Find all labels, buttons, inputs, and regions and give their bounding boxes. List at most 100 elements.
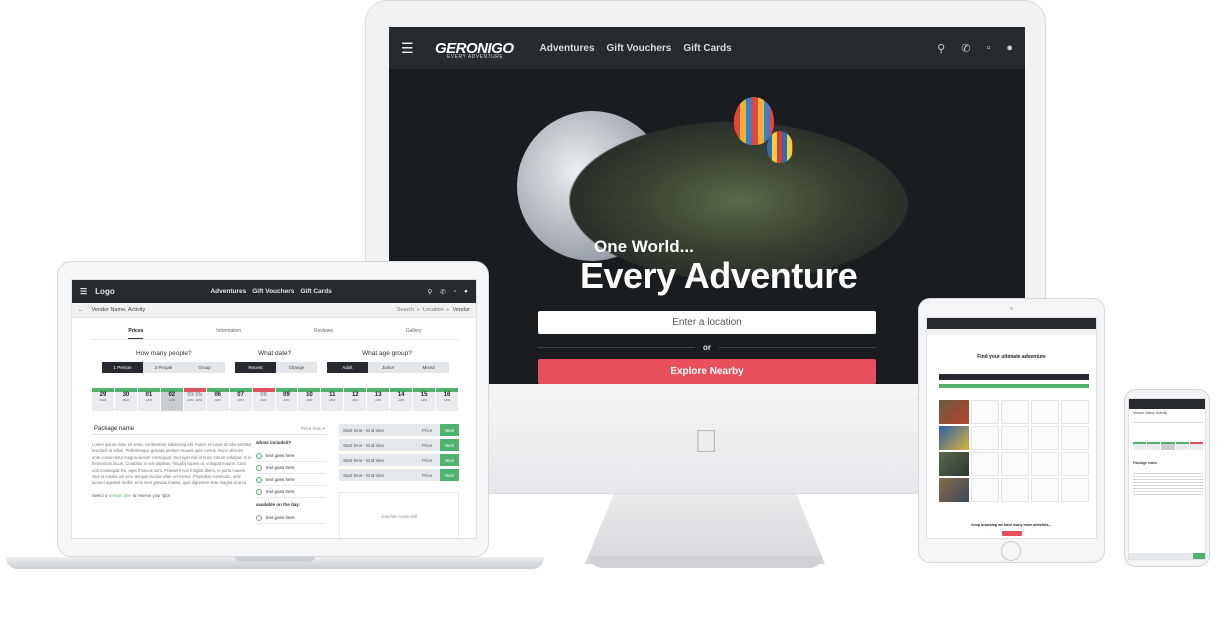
activity-card[interactable] — [1001, 452, 1029, 476]
breadcrumb-search[interactable]: Search — [397, 307, 414, 313]
date-cell[interactable]: 09 APR — [275, 388, 298, 411]
nav-link-gift-cards[interactable]: Gift Cards — [683, 43, 731, 54]
activity-card[interactable] — [1061, 478, 1089, 502]
date-cell[interactable]: 29 MAR — [92, 388, 114, 411]
date-cell[interactable] — [1175, 442, 1189, 450]
voucher-cross-sell[interactable]: voucher cross sell — [339, 492, 459, 538]
date-cell[interactable]: 11 APR — [321, 388, 344, 411]
location-input[interactable]: Enter a location — [538, 311, 876, 334]
option-1-person[interactable]: 1 Person — [102, 362, 143, 373]
package-dropdown[interactable]: Package name Price from ▾ — [92, 424, 327, 435]
date-cell[interactable]: 16 APR — [436, 388, 458, 411]
date-cell[interactable] — [1133, 442, 1147, 450]
search-icon[interactable]: ⚲ — [937, 42, 945, 55]
tablet-progress-bar — [939, 384, 1089, 388]
account-icon[interactable]: ● — [1006, 42, 1013, 55]
activity-card[interactable] — [1031, 452, 1059, 476]
date-cell[interactable]: 06 APR — [206, 388, 229, 411]
logo[interactable]: Logo — [95, 287, 115, 296]
explore-nearby-button[interactable]: Explore Nearby — [538, 359, 876, 384]
next-button[interactable]: Next — [440, 439, 459, 451]
next-button[interactable]: Next — [440, 469, 459, 481]
laptop-notch — [235, 557, 315, 562]
or-divider: or — [538, 341, 876, 353]
date-cell[interactable] — [1161, 442, 1175, 450]
tablet-home-button[interactable] — [1001, 541, 1021, 561]
whats-included-heading: whats included? — [256, 440, 292, 445]
activity-card[interactable] — [971, 452, 999, 476]
brand-tagline: EVERY ADVENTURE — [447, 54, 504, 60]
date-cell[interactable]: 10 APR — [298, 388, 321, 411]
load-more-button[interactable] — [1002, 531, 1022, 536]
date-cell[interactable]: 30 MAR — [114, 388, 137, 411]
date-cell[interactable]: 14 APR — [390, 388, 413, 411]
activity-card[interactable] — [1061, 400, 1089, 424]
back-arrow-icon[interactable]: ← — [78, 307, 84, 313]
option-2-people[interactable]: 2 People — [143, 362, 184, 373]
date-cell[interactable]: 08 APR — [252, 388, 275, 411]
hot-air-balloon-image — [767, 131, 793, 163]
option-junior[interactable]: Junior — [367, 362, 409, 373]
activity-card[interactable] — [1061, 426, 1089, 450]
breadcrumb-location[interactable]: Location — [423, 307, 444, 313]
date-cell[interactable]: 03 05 APR - APR — [183, 388, 206, 411]
date-cell[interactable] — [1189, 442, 1204, 450]
activity-image[interactable] — [939, 400, 969, 424]
activity-card[interactable] — [971, 478, 999, 502]
activity-card[interactable] — [1001, 400, 1029, 424]
tab-prices[interactable]: Prices — [128, 328, 144, 339]
chevron-right-icon: ▸ — [446, 307, 450, 313]
activity-card[interactable] — [1031, 426, 1059, 450]
search-icon[interactable]: ⚲ — [428, 288, 433, 296]
phone-icon[interactable]: ✆ — [440, 288, 445, 296]
account-icon[interactable]: ● — [464, 288, 468, 295]
nav-link-adventures[interactable]: Adventures — [540, 43, 595, 54]
breadcrumb-vendor[interactable]: Vendor — [453, 307, 470, 313]
imac-stand — [585, 494, 825, 564]
nav-link-gift-vouchers[interactable]: Gift Vouchers — [607, 43, 672, 54]
activity-card[interactable] — [971, 400, 999, 424]
session-time-link[interactable]: session time — [108, 493, 131, 498]
activity-card[interactable] — [1031, 400, 1059, 424]
tab-reviews[interactable]: Reviews — [314, 328, 333, 339]
hero-subtitle: One World... — [594, 237, 694, 256]
option-mixed[interactable]: Mixed — [408, 362, 450, 373]
activity-card[interactable] — [1031, 478, 1059, 502]
date-cell[interactable] — [1147, 442, 1161, 450]
activity-card[interactable] — [971, 426, 999, 450]
date-cell[interactable]: 07 APR — [229, 388, 252, 411]
option-adult[interactable]: Adult — [327, 362, 368, 373]
phone-icon[interactable]: ✆ — [961, 42, 970, 55]
activity-card[interactable] — [1001, 426, 1029, 450]
phone-tabs[interactable] — [1133, 419, 1203, 423]
basket-icon[interactable]: ▫ — [454, 288, 456, 295]
activity-card[interactable] — [1061, 452, 1089, 476]
date-cell[interactable]: 01 APR — [137, 388, 160, 411]
hamburger-menu-icon[interactable]: ☰ — [401, 40, 421, 57]
breadcrumb: ← Vendor Name, Activity Search ▸ Locatio… — [72, 303, 476, 318]
hamburger-menu-icon[interactable]: ☰ — [80, 287, 87, 296]
date-cell-selected[interactable]: 02 APR — [160, 388, 183, 411]
tab-gallery[interactable]: Gallery — [406, 328, 422, 339]
nav-link-gift-vouchers[interactable]: Gift Vouchers — [252, 288, 294, 295]
nav-link-adventures[interactable]: Adventures — [210, 288, 246, 295]
option-recent[interactable]: Recent — [235, 362, 276, 373]
activity-image[interactable] — [939, 452, 969, 476]
date-cell[interactable]: 13 APR — [367, 388, 390, 411]
next-button[interactable]: Next — [440, 454, 459, 466]
option-group[interactable]: Group — [184, 362, 225, 373]
activity-image[interactable] — [939, 478, 969, 502]
activity-image[interactable] — [939, 426, 969, 450]
phone-next-button[interactable] — [1193, 553, 1205, 559]
option-change[interactable]: Change — [276, 362, 317, 373]
basket-icon[interactable]: ▫ — [986, 42, 990, 55]
check-icon — [256, 452, 262, 459]
activity-card[interactable] — [1001, 478, 1029, 502]
phone-package-name[interactable]: Package name — [1133, 461, 1157, 465]
date-cell[interactable]: 15 APR — [413, 388, 436, 411]
tablet-filter-bar[interactable] — [939, 374, 1089, 380]
date-cell[interactable]: 12 APR — [344, 388, 367, 411]
tab-information[interactable]: Information — [216, 328, 241, 339]
next-button[interactable]: Next — [440, 424, 459, 436]
nav-link-gift-cards[interactable]: Gift Cards — [300, 288, 331, 295]
